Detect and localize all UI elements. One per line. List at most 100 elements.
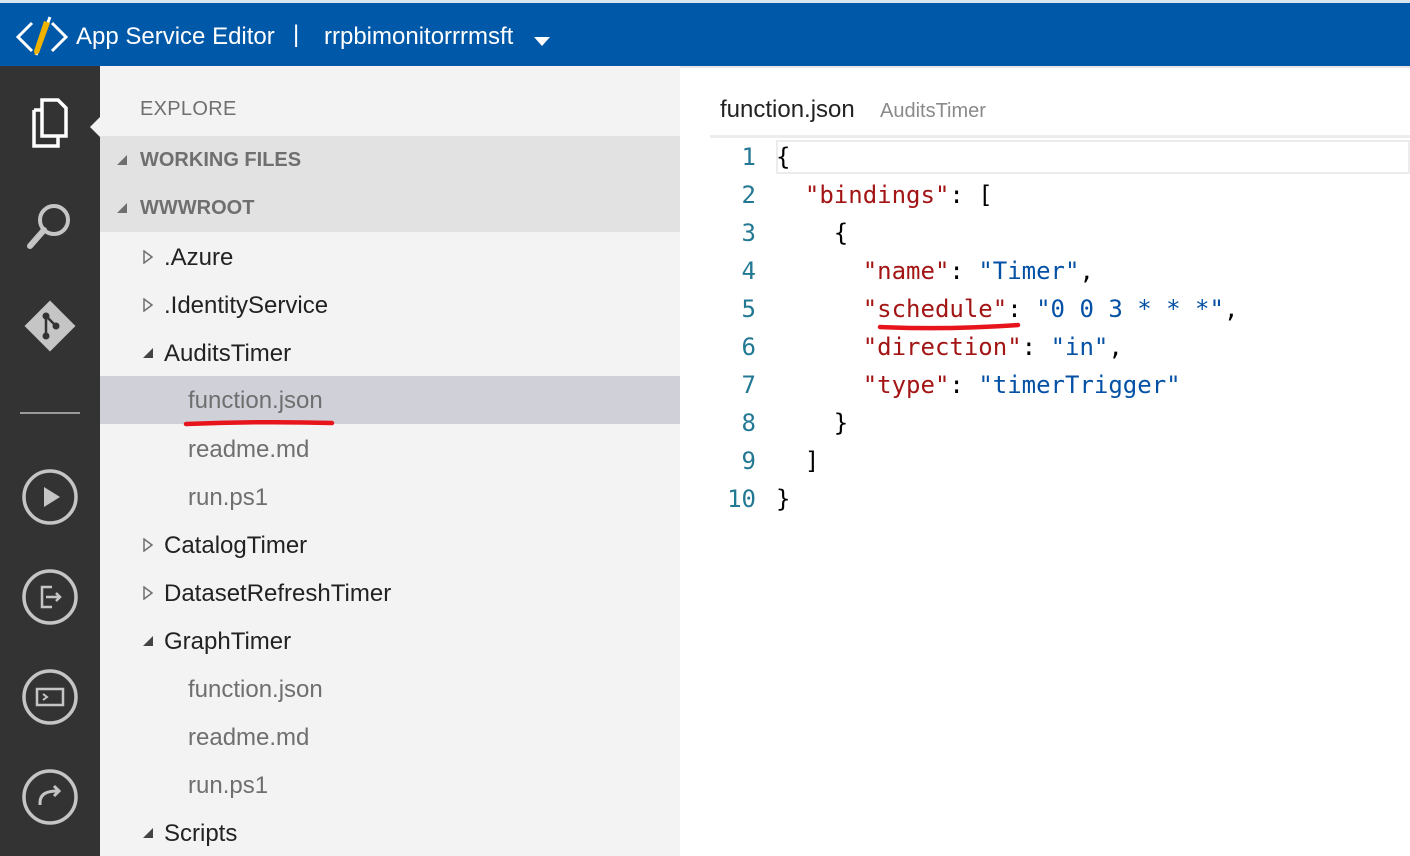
json-punctuation: , [1108,333,1123,361]
tree-folder-identityservice[interactable]: .IdentityService [100,281,680,329]
code-line[interactable]: 8 } [680,404,1410,442]
json-string: "timerTrigger" [978,371,1181,399]
json-punctuation: : [949,257,979,285]
code-text: } [776,480,790,518]
code-line[interactable]: 9 ] [680,442,1410,480]
tree-folder-auditstimer[interactable]: AuditsTimer [100,329,680,377]
tree-item-label: .Azure [164,244,234,271]
code-line[interactable]: 1{ [680,138,1410,176]
open-kudu-icon[interactable] [18,765,82,829]
json-punctuation: { [776,143,791,171]
tree-folder-graphtimer[interactable]: GraphTimer [100,617,680,665]
json-key: "bindings" [804,181,950,209]
search-icon[interactable] [18,194,82,258]
chevron-down-icon[interactable] [532,34,552,48]
tree-file-graphtimer-run-ps1[interactable]: run.ps1 [100,761,680,809]
expanded-triangle-icon [143,828,153,838]
activity-separator [20,412,80,414]
json-punctuation: : [949,371,979,399]
tree-item-label: .IdentityService [164,292,329,319]
activity-bar [0,66,101,856]
tree-file-graphtimer-function-json[interactable]: function.json [100,665,680,713]
tree-file-auditstimer-readme[interactable]: readme.md [100,425,680,473]
app-service-editor-logo-icon [15,16,69,56]
json-key: "type" [862,371,950,399]
editor-file-title: function.json [720,96,855,123]
code-line[interactable]: 6 "direction": "in", [680,328,1410,366]
expanded-triangle-icon [143,348,153,358]
tree-item-label: GraphTimer [164,628,292,655]
line-number: 10 [727,485,756,513]
json-punctuation: , [1079,257,1094,285]
run-icon[interactable] [18,465,82,529]
code-text: "name": "Timer", [776,252,1094,290]
json-punctuation: } [833,409,849,437]
tree-item-label: readme.md [188,436,310,463]
code-line[interactable]: 3 { [680,214,1410,252]
expanded-triangle-icon [117,155,127,165]
section-label: WORKING FILES [140,149,302,171]
editor-file-folder: AuditsTimer [880,100,986,122]
tree-folder-datasetrefreshtimer[interactable]: DatasetRefreshTimer [100,569,680,617]
line-number: 5 [741,295,756,323]
tree-item-label: readme.md [188,724,310,751]
tree-item-label: function.json [188,387,323,414]
collapsed-triangle-icon [143,586,154,600]
line-number: 6 [741,333,756,361]
code-line[interactable]: 10} [680,480,1410,518]
line-number: 8 [741,409,756,437]
git-icon[interactable] [18,294,82,358]
tree-item-label: run.ps1 [188,484,269,511]
editor-top-border [680,66,1410,68]
expanded-triangle-icon [117,203,127,213]
json-punctuation: : [1007,295,1037,323]
expanded-triangle-icon [143,636,153,646]
code-text: { [776,214,848,252]
code-line[interactable]: 5 "schedule": "0 0 3 * * *", [680,290,1410,328]
json-key: "direction" [862,333,1022,361]
code-line[interactable]: 7 "type": "timerTrigger" [680,366,1410,404]
site-name-dropdown[interactable]: rrpbimonitorrrmsft [324,23,513,51]
console-icon[interactable] [18,665,82,729]
line-number: 9 [741,447,756,475]
line-number: 4 [741,257,756,285]
tree-item-label: AuditsTimer [164,340,292,367]
collapsed-triangle-icon [143,538,154,552]
code-text: "type": "timerTrigger" [776,366,1181,404]
json-punctuation: : [1021,333,1051,361]
annotation-underline-schedule [877,322,1021,331]
json-key: "schedule" [862,295,1008,323]
line-number: 2 [741,181,756,209]
tree-folder-scripts[interactable]: Scripts [100,809,680,856]
collapsed-triangle-icon [143,250,154,264]
json-punctuation: , [1223,295,1239,323]
json-punctuation: : [ [949,181,993,209]
collapsed-triangle-icon [143,298,154,312]
code-text: ] [776,442,819,480]
sidebar-title: EXPLORE [140,98,237,120]
code-line[interactable]: 4 "name": "Timer", [680,252,1410,290]
annotation-underline-function-json [183,419,335,427]
tree-item-label: Scripts [164,820,238,847]
explorer-sidebar: EXPLORE WORKING FILES WWWROOT .Azure .Id… [100,66,680,856]
line-number: 7 [741,371,756,399]
tree-item-label: CatalogTimer [164,532,308,559]
json-string: "0 0 3 * * *" [1036,295,1224,323]
files-icon[interactable] [18,92,82,156]
tree-item-label: function.json [188,676,323,703]
code-text: } [776,404,848,442]
section-wwwroot[interactable]: WWWROOT [100,184,680,232]
json-string: "Timer" [978,257,1080,285]
tree-folder-azure[interactable]: .Azure [100,233,680,281]
tree-file-graphtimer-readme[interactable]: readme.md [100,713,680,761]
app-title: App Service Editor [76,23,275,50]
output-icon[interactable] [18,565,82,629]
code-text: { [776,138,790,176]
section-working-files[interactable]: WORKING FILES [100,136,680,184]
tree-folder-catalogtimer[interactable]: CatalogTimer [100,521,680,569]
code-line[interactable]: 2 "bindings": [ [680,176,1410,214]
line-number: 3 [741,219,756,247]
tree-file-auditstimer-run-ps1[interactable]: run.ps1 [100,473,680,521]
json-punctuation: ] [804,447,820,475]
json-string: "in" [1050,333,1109,361]
